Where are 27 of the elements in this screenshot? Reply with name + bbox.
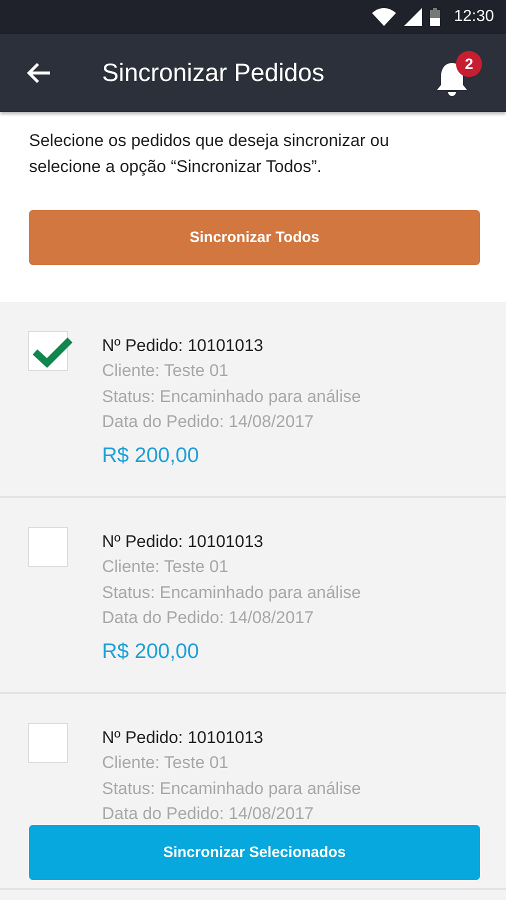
- order-total: R$ 200,00: [102, 640, 200, 664]
- order-date: Data do Pedido: 14/08/2017: [102, 411, 315, 433]
- screen-title: Sincronizar Pedidos: [102, 58, 326, 88]
- order-card[interactable]: Nº Pedido: 10101013 Cliente: Teste 01 Status: Encaminhado para análise Data do Pedido: 14/08/2017 R$ 200,00: [0, 302, 506, 498]
- battery-icon: [430, 8, 440, 26]
- client-name: Cliente: Teste 01: [102, 556, 230, 578]
- order-status: Status: Encaminhado para análise: [102, 386, 361, 408]
- signal-icon: [404, 8, 422, 26]
- notification-badge: 2: [456, 51, 482, 77]
- order-number: Nº Pedido: 10101013: [102, 335, 264, 357]
- order-date: Data do Pedido: 14/08/2017: [102, 803, 315, 825]
- order-number: Nº Pedido: 10101013: [102, 727, 264, 749]
- order-status: Status: Encaminhado para análise: [102, 582, 361, 604]
- checkbox[interactable]: [28, 723, 68, 763]
- order-date: Data do Pedido: 14/08/2017: [102, 607, 315, 629]
- order-status: Status: Encaminhado para análise: [102, 778, 361, 800]
- client-name: Cliente: Teste 01: [102, 752, 230, 774]
- order-card[interactable]: Nº Pedido: 10101013 Cliente: Teste 01 Status: Encaminhado para análise Data do Pedido: 14/08/2017 R$ 200,00: [0, 498, 506, 694]
- clock-time: 12:30: [454, 8, 494, 26]
- client-name: Cliente: Teste 01: [102, 360, 230, 382]
- order-number: Nº Pedido: 10101013: [102, 531, 264, 553]
- checkbox[interactable]: [28, 527, 68, 567]
- back-arrow-icon[interactable]: [26, 60, 52, 86]
- order-total: R$ 200,00: [102, 444, 200, 468]
- instruction-text: Selecione os pedidos que deseja sincronizar ou selecione a opção “Sincronizar Todos”.: [29, 130, 390, 178]
- wifi-icon: [372, 8, 396, 26]
- checkmark-icon: [33, 336, 73, 368]
